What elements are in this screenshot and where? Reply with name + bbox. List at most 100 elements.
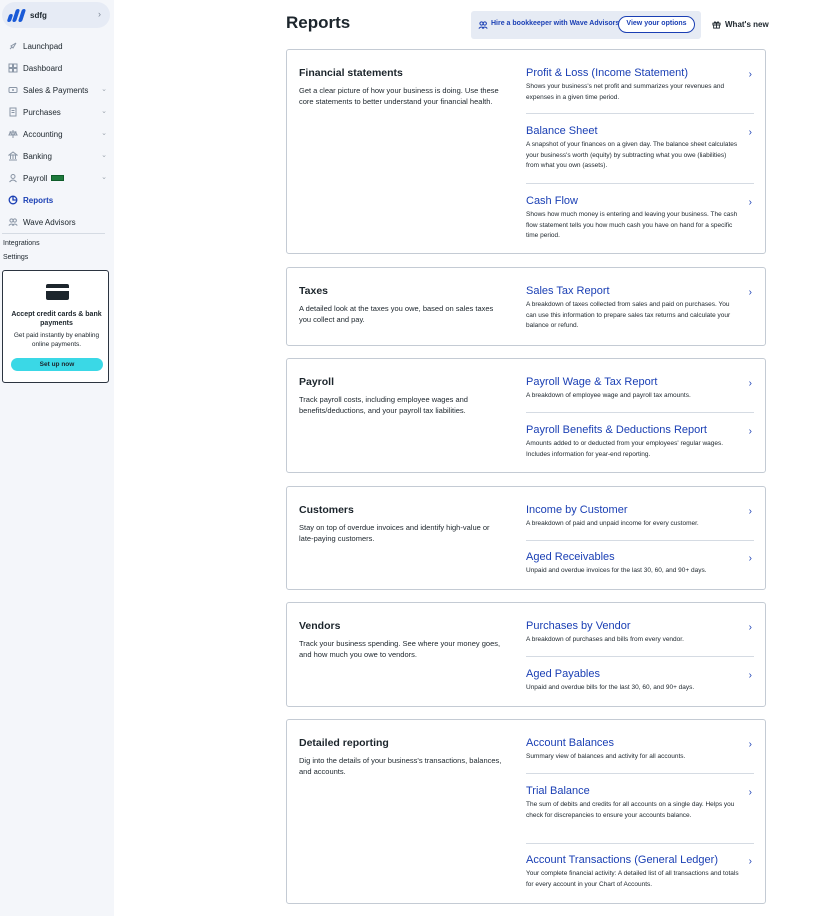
report-payroll-wage-tax[interactable]: Payroll Wage & Tax Report A breakdown of… <box>526 376 754 402</box>
sidebar: sdfg › Launchpad Dashboard Sales & Payme… <box>0 0 114 916</box>
chevron-down-icon: ⌄ <box>101 108 107 115</box>
report-description: A breakdown of purchases and bills from … <box>526 636 684 643</box>
chevron-right-icon: › <box>748 787 752 798</box>
promo-text: Get paid instantly by enabling online pa… <box>13 332 100 348</box>
page-title: Reports <box>286 13 351 32</box>
report-title[interactable]: Trial Balance <box>526 785 754 798</box>
chevron-down-icon: ⌄ <box>101 152 107 159</box>
sidebar-item-banking[interactable]: Banking ⌄ <box>0 145 114 167</box>
report-divider <box>526 412 754 413</box>
credit-card-icon <box>46 284 69 300</box>
gift-icon <box>712 21 721 29</box>
report-title[interactable]: Account Balances <box>526 737 754 750</box>
report-title[interactable]: Payroll Benefits & Deductions Report <box>526 424 754 437</box>
chevron-right-icon: › <box>748 856 752 867</box>
rocket-icon <box>8 41 18 51</box>
report-title[interactable]: Payroll Wage & Tax Report <box>526 376 754 389</box>
report-description: Summary view of balances and activity fo… <box>526 753 686 760</box>
card-payroll: Payroll Track payroll costs, including e… <box>286 358 766 473</box>
chevron-right-icon: › <box>748 69 752 80</box>
report-divider <box>526 540 754 541</box>
card-description: Get a clear picture of how your business… <box>299 86 499 106</box>
card-description: Track payroll costs, including employee … <box>299 395 468 415</box>
receipt-icon <box>8 107 18 117</box>
report-title[interactable]: Income by Customer <box>526 504 754 517</box>
report-title[interactable]: Profit & Loss (Income Statement) <box>526 67 754 80</box>
card-detailed-reporting: Detailed reporting Dig into the details … <box>286 719 766 904</box>
report-trial-balance[interactable]: Trial Balance The sum of debits and cred… <box>526 785 754 821</box>
sidebar-item-reports[interactable]: Reports <box>0 189 114 211</box>
sidebar-item-launchpad[interactable]: Launchpad <box>0 35 114 57</box>
report-title[interactable]: Balance Sheet <box>526 125 754 138</box>
chevron-right-icon: › <box>748 127 752 138</box>
card-description: Dig into the details of your business's … <box>299 756 502 776</box>
card-description: Track your business spending. See where … <box>299 639 501 659</box>
card-taxes: Taxes A detailed look at the taxes you o… <box>286 267 766 346</box>
report-description: A snapshot of your finances on a given d… <box>526 141 738 169</box>
sidebar-item-sales-payments[interactable]: Sales & Payments ⌄ <box>0 79 114 101</box>
report-aged-payables[interactable]: Aged Payables Unpaid and overdue bills f… <box>526 668 754 694</box>
report-description: Unpaid and overdue bills for the last 30… <box>526 684 695 691</box>
report-income-by-customer[interactable]: Income by Customer A breakdown of paid a… <box>526 504 754 530</box>
card-title: Payroll <box>299 376 335 388</box>
sidebar-item-wave-advisors[interactable]: Wave Advisors <box>0 211 114 233</box>
wave-logo-icon <box>6 8 27 22</box>
sidebar-item-accounting[interactable]: Accounting ⌄ <box>0 123 114 145</box>
view-options-button[interactable]: View your options <box>618 16 695 33</box>
report-aged-receivables[interactable]: Aged Receivables Unpaid and overdue invo… <box>526 551 754 577</box>
report-title[interactable]: Aged Payables <box>526 668 754 681</box>
report-balance-sheet[interactable]: Balance Sheet A snapshot of your finance… <box>526 125 754 172</box>
card-title: Detailed reporting <box>299 737 389 749</box>
card-financial-statements: Financial statements Get a clear picture… <box>286 49 766 254</box>
business-switcher[interactable]: sdfg › <box>2 2 110 28</box>
chevron-right-icon: › <box>748 506 752 517</box>
setup-payments-button[interactable]: Set up now <box>11 358 103 371</box>
chevron-right-icon: › <box>748 287 752 298</box>
sales-icon <box>8 85 18 95</box>
whats-new-link[interactable]: What's new <box>712 20 769 29</box>
chevron-right-icon: › <box>748 553 752 564</box>
report-description: Unpaid and overdue invoices for the last… <box>526 567 707 574</box>
report-account-transactions[interactable]: Account Transactions (General Ledger) Yo… <box>526 854 754 890</box>
report-title[interactable]: Purchases by Vendor <box>526 620 754 633</box>
dashboard-icon <box>8 63 18 73</box>
report-cash-flow[interactable]: Cash Flow Shows how much money is enteri… <box>526 195 754 242</box>
sidebar-item-purchases[interactable]: Purchases ⌄ <box>0 101 114 123</box>
report-sales-tax[interactable]: Sales Tax Report A breakdown of taxes co… <box>526 285 754 332</box>
sidebar-item-label: Payroll <box>23 173 48 183</box>
sidebar-item-label: Sales & Payments <box>23 85 89 95</box>
sidebar-item-label: Purchases <box>23 107 61 117</box>
report-account-balances[interactable]: Account Balances Summary view of balance… <box>526 737 754 763</box>
settings-link[interactable]: Settings <box>3 254 28 261</box>
report-payroll-benefits[interactable]: Payroll Benefits & Deductions Report Amo… <box>526 424 754 460</box>
sidebar-item-label: Reports <box>23 195 54 205</box>
advisors-icon <box>8 217 18 227</box>
report-profit-loss[interactable]: Profit & Loss (Income Statement) Shows y… <box>526 67 754 103</box>
payroll-icon <box>8 173 18 183</box>
integrations-link[interactable]: Integrations <box>3 240 40 247</box>
report-description: Your complete financial activity: A deta… <box>526 870 739 888</box>
report-description: Amounts added to or deducted from your e… <box>526 440 724 458</box>
chevron-down-icon: ⌄ <box>101 86 107 93</box>
whats-new-label: What's new <box>725 20 769 29</box>
card-customers: Customers Stay on top of overdue invoice… <box>286 486 766 590</box>
report-title[interactable]: Aged Receivables <box>526 551 754 564</box>
sidebar-nav: Launchpad Dashboard Sales & Payments ⌄ P… <box>0 35 114 233</box>
pie-chart-icon <box>8 195 18 205</box>
report-description: The sum of debits and credits for all ac… <box>526 801 735 819</box>
report-divider <box>526 183 754 184</box>
hire-bookkeeper-text[interactable]: Hire a bookkeeper with Wave Advisors <box>491 20 619 27</box>
report-title[interactable]: Cash Flow <box>526 195 754 208</box>
chevron-right-icon: › <box>748 378 752 389</box>
report-title[interactable]: Sales Tax Report <box>526 285 754 298</box>
sidebar-item-payroll[interactable]: Payroll ⌄ <box>0 167 114 189</box>
report-purchases-by-vendor[interactable]: Purchases by Vendor A breakdown of purch… <box>526 620 754 646</box>
card-vendors: Vendors Track your business spending. Se… <box>286 602 766 707</box>
sidebar-item-dashboard[interactable]: Dashboard <box>0 57 114 79</box>
sidebar-item-label: Dashboard <box>23 63 63 73</box>
chevron-down-icon: ⌄ <box>101 130 107 137</box>
report-description: Shows your business's net profit and sum… <box>526 83 725 101</box>
report-title[interactable]: Account Transactions (General Ledger) <box>526 854 754 867</box>
report-divider <box>526 113 754 114</box>
sidebar-item-label: Accounting <box>23 129 63 139</box>
